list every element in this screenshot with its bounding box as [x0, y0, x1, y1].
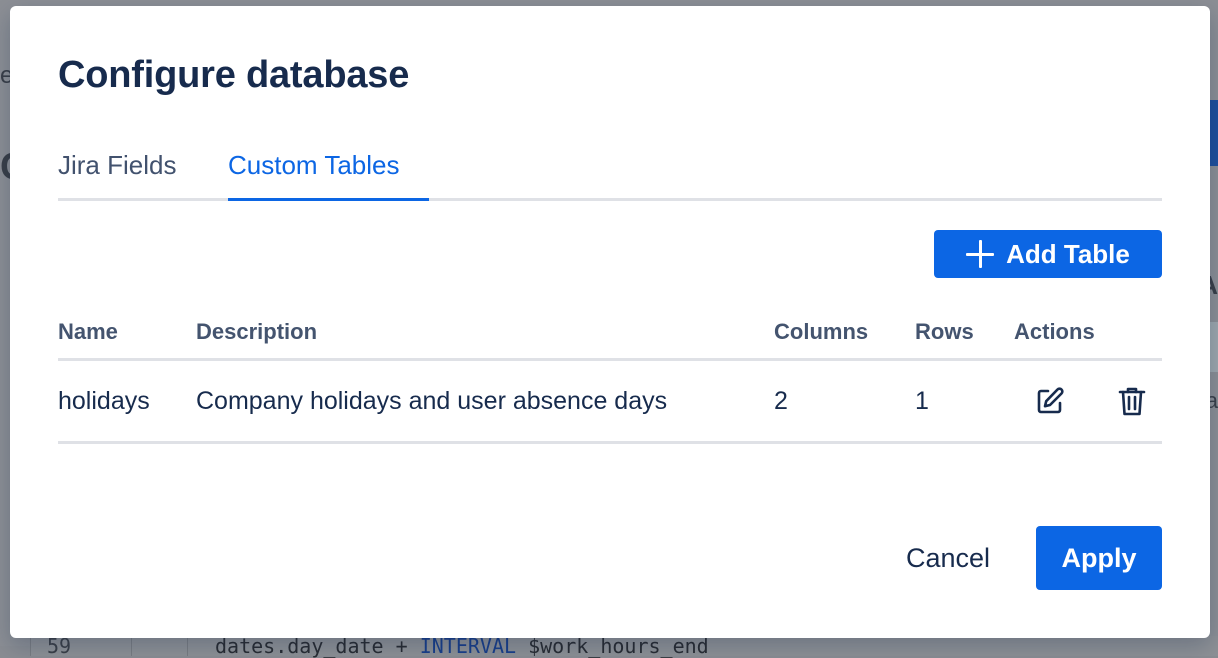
cell-name: holidays: [58, 359, 196, 444]
header-rows: Rows: [915, 306, 1014, 361]
trash-icon[interactable]: [1112, 381, 1152, 421]
cell-actions: [1014, 359, 1162, 444]
tab-bar: Jira Fields Custom Tables: [58, 142, 1162, 201]
background-panel-edge: [1210, 322, 1218, 372]
modal-title: Configure database: [58, 54, 410, 96]
code-gutter-divider: [131, 636, 132, 656]
header-columns: Columns: [774, 306, 915, 361]
tab-selected-indicator: [228, 198, 429, 201]
row-actions: [1014, 381, 1162, 421]
header-name: Name: [58, 306, 196, 361]
code-gutter-divider-2: [187, 636, 188, 656]
add-table-label: Add Table: [1006, 238, 1130, 269]
header-description: Description: [196, 306, 774, 361]
custom-tables-table: Name Description Columns Rows Actions ho…: [58, 306, 1162, 444]
add-table-button[interactable]: Add Table: [934, 230, 1162, 278]
cell-columns: 2: [774, 359, 915, 444]
tab-jira-fields[interactable]: Jira Fields: [58, 150, 176, 195]
plus-icon: [966, 240, 995, 268]
edit-icon[interactable]: [1030, 381, 1070, 421]
configure-database-modal: Configure database Jira Fields Custom Ta…: [10, 6, 1210, 638]
table-header-row: Name Description Columns Rows Actions: [58, 306, 1162, 361]
background-code-editor: 59 dates.day_date + INTERVAL $work_hours…: [30, 634, 1218, 658]
header-actions: Actions: [1014, 306, 1162, 361]
cell-rows: 1: [915, 359, 1014, 444]
cell-description: Company holidays and user absence days: [196, 359, 774, 444]
cancel-button[interactable]: Cancel: [886, 526, 1010, 590]
tab-custom-tables[interactable]: Custom Tables: [228, 150, 400, 195]
apply-button[interactable]: Apply: [1036, 526, 1162, 590]
table-row: holidays Company holidays and user absen…: [58, 359, 1162, 444]
